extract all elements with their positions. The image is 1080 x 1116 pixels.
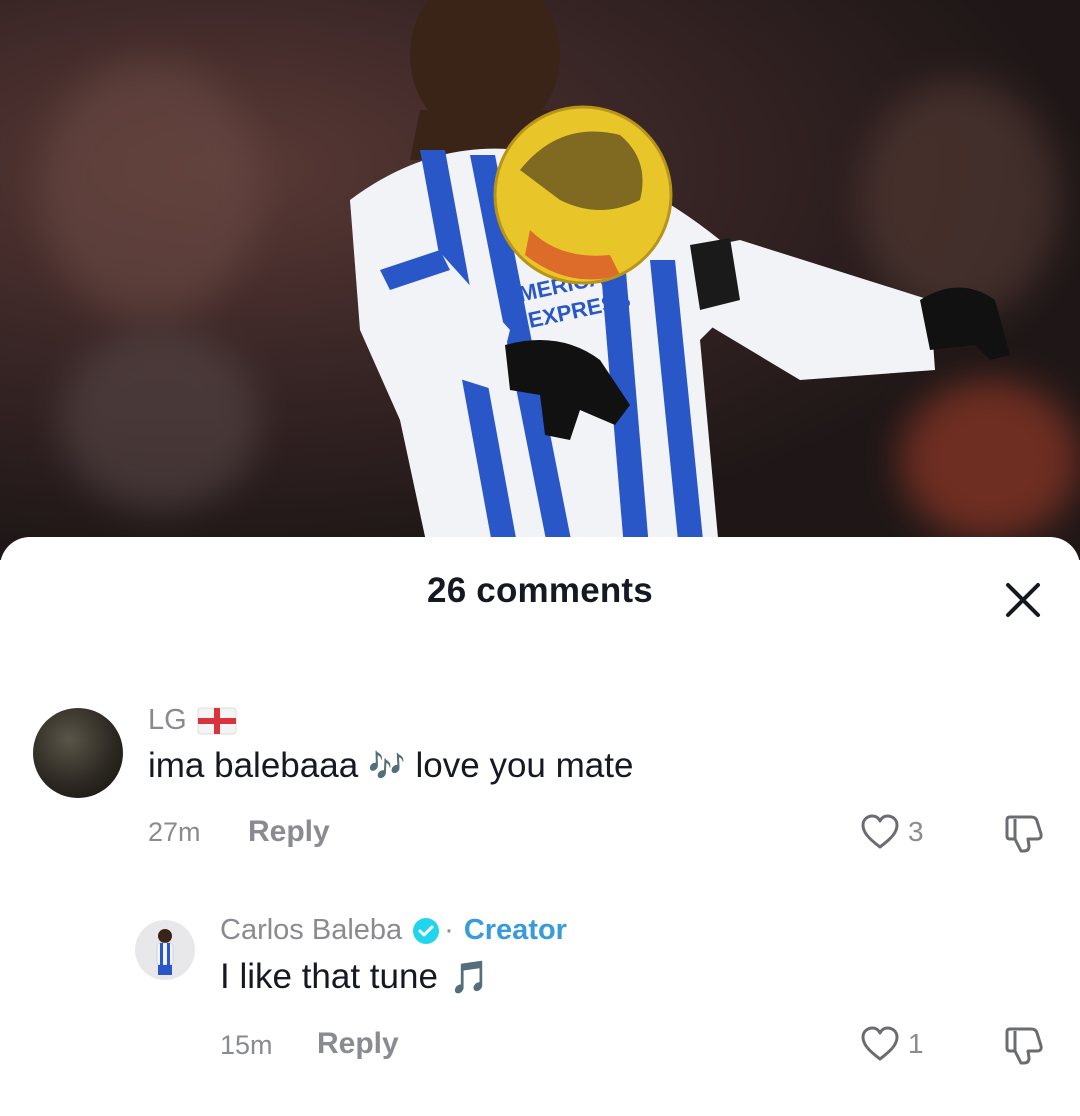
thumbs-down-icon <box>1005 815 1043 853</box>
reply-text-content: I like that tune <box>220 957 438 996</box>
username-label[interactable]: Carlos Baleba <box>220 914 402 947</box>
comment-text-part1: ima balebaaa <box>148 746 359 785</box>
heart-icon <box>861 1026 899 1061</box>
player-image: AMERICAN EXPRESS <box>350 0 1010 560</box>
video-background: AMERICAN EXPRESS <box>0 0 1080 560</box>
reply-button[interactable]: Reply <box>317 1027 399 1061</box>
reply-button[interactable]: Reply <box>248 815 330 849</box>
comments-sheet: 26 comments LG ima balebaaa 🎶 love you m… <box>0 537 1080 1116</box>
thumbs-down-icon <box>1005 1027 1043 1065</box>
avatar[interactable] <box>33 708 123 798</box>
england-flag-icon <box>197 707 237 734</box>
heart-icon <box>861 814 899 849</box>
close-button[interactable] <box>1000 577 1046 623</box>
username-label[interactable]: LG <box>148 704 187 737</box>
creator-avatar-image <box>156 929 174 975</box>
comment-text: ima balebaaa 🎶 love you mate <box>148 746 633 786</box>
music-note-icon: 🎵 <box>449 958 490 996</box>
comment-username[interactable]: LG <box>148 704 237 737</box>
dislike-button[interactable] <box>1003 814 1047 859</box>
comments-count-title: 26 comments <box>427 571 653 610</box>
like-count: 3 <box>908 816 924 847</box>
avatar[interactable] <box>135 920 195 980</box>
like-button[interactable]: 3 <box>860 813 924 851</box>
reply-text: I like that tune 🎵 <box>220 957 490 997</box>
dislike-button[interactable] <box>1003 1026 1047 1071</box>
like-button[interactable]: 1 <box>860 1025 924 1063</box>
creator-label: Creator <box>463 914 567 946</box>
close-icon <box>1006 583 1040 617</box>
reply-timestamp: 15m <box>220 1030 273 1060</box>
music-notes-icon: 🎶 <box>368 748 406 784</box>
like-count: 1 <box>908 1028 924 1059</box>
verified-icon <box>413 917 440 944</box>
comment-timestamp: 27m <box>148 817 201 847</box>
reply-username[interactable]: Carlos Baleba · Creator <box>220 914 567 947</box>
separator-dot: · <box>444 914 454 946</box>
comment-text-part2: love you mate <box>415 746 634 785</box>
